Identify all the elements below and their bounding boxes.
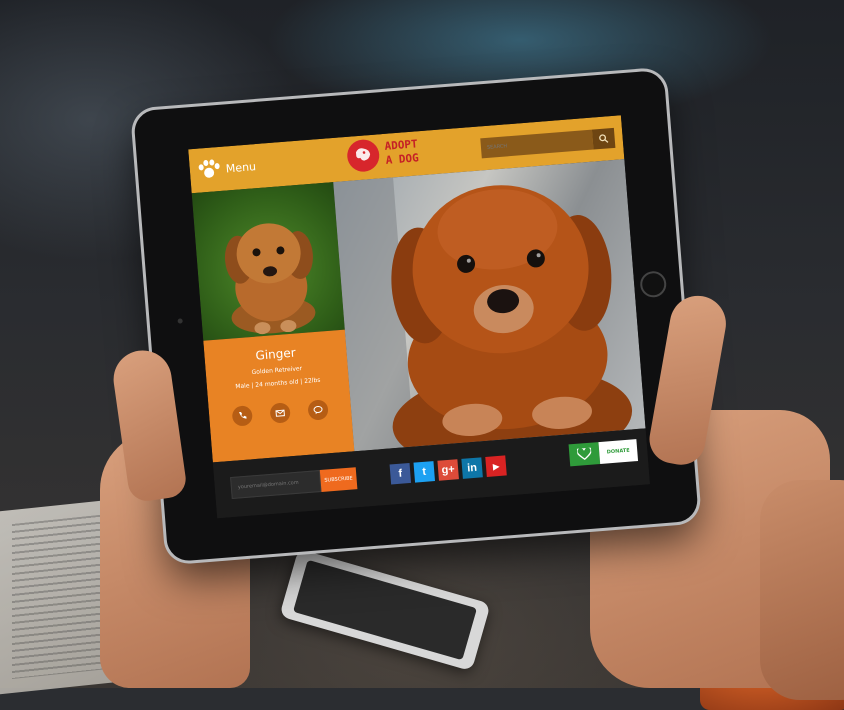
menu-label: Menu xyxy=(225,159,257,175)
donate-label: DONATE xyxy=(598,439,639,465)
mail-icon xyxy=(275,409,285,417)
logo-text-line2: A DOG xyxy=(385,151,420,167)
search-input[interactable] xyxy=(480,129,594,159)
menu-button[interactable]: Menu xyxy=(197,156,257,181)
tablet: Menu ADOPT A DOG SEARCH Ginger Golden Re… xyxy=(133,69,699,563)
phone-icon xyxy=(239,412,247,419)
heart-icon xyxy=(568,442,601,467)
search-icon xyxy=(599,134,609,143)
twitter-icon[interactable]: t xyxy=(413,461,436,483)
newsletter-form: SUBSCRIBE xyxy=(230,467,358,500)
social-links: f t g+ in ▶ xyxy=(389,455,507,485)
right-wrist xyxy=(760,480,844,700)
puppy-thumbnail xyxy=(191,182,345,341)
tablet-home-button[interactable] xyxy=(639,270,668,299)
donate-button[interactable]: DONATE xyxy=(568,439,639,467)
dog-logo-icon xyxy=(346,138,381,173)
google-plus-icon[interactable]: g+ xyxy=(437,459,459,481)
search-box xyxy=(480,127,616,159)
tablet-camera xyxy=(177,318,183,324)
site-logo[interactable]: ADOPT A DOG xyxy=(346,135,420,173)
dog-profile-card: Ginger Golden Retreiver Male | 24 months… xyxy=(203,329,355,463)
email-button[interactable] xyxy=(269,402,291,424)
facebook-icon[interactable]: f xyxy=(389,462,412,485)
paw-icon xyxy=(197,159,221,181)
search-button[interactable] xyxy=(591,127,616,150)
puppy-hero-photo xyxy=(333,159,646,452)
email-field[interactable] xyxy=(230,470,322,500)
subscribe-button[interactable]: SUBSCRIBE xyxy=(319,467,358,492)
tablet-screen: Menu ADOPT A DOG SEARCH Ginger Golden Re… xyxy=(188,115,650,519)
chat-button[interactable] xyxy=(307,399,329,421)
call-button[interactable] xyxy=(231,405,254,427)
chat-icon xyxy=(313,405,323,415)
linkedin-icon[interactable]: in xyxy=(461,457,483,479)
youtube-icon[interactable]: ▶ xyxy=(485,455,507,477)
